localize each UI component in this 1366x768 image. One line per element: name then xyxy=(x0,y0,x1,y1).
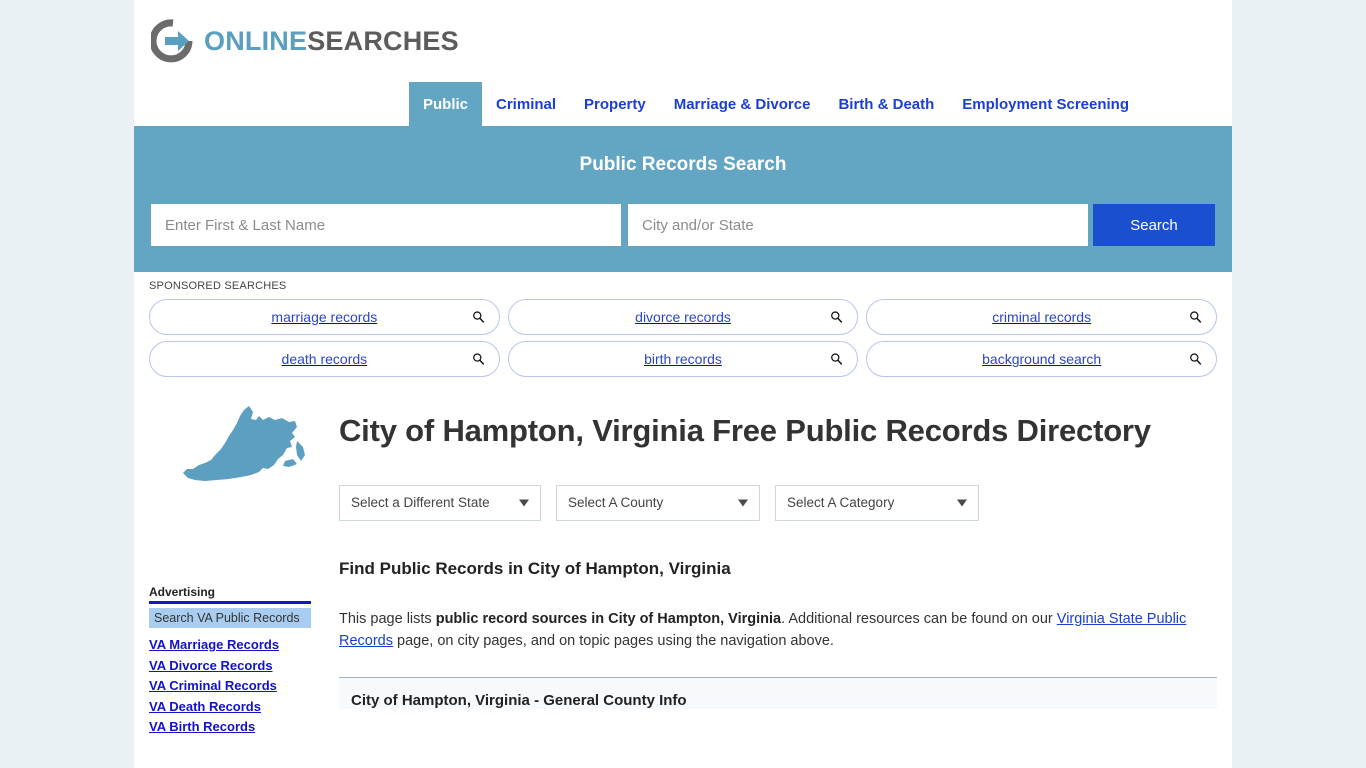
section-heading: Find Public Records in City of Hampton, … xyxy=(339,558,731,578)
general-county-info-title: City of Hampton, Virginia - General Coun… xyxy=(351,691,687,709)
sponsored-row-1: marriage records divorce records crimina… xyxy=(149,299,1218,335)
search-icon xyxy=(830,353,843,366)
search-button[interactable]: Search xyxy=(1093,204,1215,246)
sponsored-label-birth-records: birth records xyxy=(644,351,722,367)
sponsored-searches-label: SPONSORED SEARCHES xyxy=(149,280,287,292)
sponsored-row-2: death records birth records background s… xyxy=(149,341,1218,377)
page-content: ONLINESEARCHES Public Criminal Property … xyxy=(134,0,1232,768)
state-select-label: Select a Different State xyxy=(351,495,490,511)
sponsored-link-marriage-records[interactable]: marriage records xyxy=(149,299,500,335)
sidebar: Advertising Search VA Public Records VA … xyxy=(149,397,324,740)
content-body: Advertising Search VA Public Records VA … xyxy=(134,383,1232,740)
filter-dropdowns: Select a Different State Select A County… xyxy=(339,484,1217,521)
paragraph-part-3: page, on city pages, and on topic pages … xyxy=(393,633,834,650)
county-select[interactable]: Select A County xyxy=(556,484,760,521)
name-search-input[interactable] xyxy=(151,204,621,246)
location-search-input[interactable] xyxy=(628,204,1088,246)
sponsored-label-marriage-records: marriage records xyxy=(271,309,378,325)
category-select[interactable]: Select A Category xyxy=(775,484,979,521)
ad-link-va-marriage-records[interactable]: VA Marriage Records xyxy=(149,637,311,652)
paragraph-part-2: . Additional resources can be found on o… xyxy=(781,610,1057,627)
nav-item-marriage-divorce[interactable]: Marriage & Divorce xyxy=(660,82,825,126)
nav-item-property[interactable]: Property xyxy=(570,82,660,126)
site-logo[interactable]: ONLINESEARCHES xyxy=(149,19,459,63)
sponsored-label-background-search: background search xyxy=(982,351,1102,367)
search-icon xyxy=(830,311,843,324)
chevron-down-icon xyxy=(957,499,967,507)
site-header: ONLINESEARCHES xyxy=(134,0,1232,82)
ad-link-va-criminal-records[interactable]: VA Criminal Records xyxy=(149,678,311,693)
logo-text-online: ONLINE xyxy=(204,25,308,56)
main-column: City of Hampton, Virginia Free Public Re… xyxy=(324,397,1217,740)
intro-paragraph: This page lists public record sources in… xyxy=(339,608,1194,653)
search-form: Search xyxy=(151,204,1215,246)
sponsored-label-death-records: death records xyxy=(281,351,368,367)
logo-text-searches: SEARCHES xyxy=(307,25,459,56)
advertising-block: Advertising Search VA Public Records VA … xyxy=(149,585,311,734)
sponsored-link-criminal-records[interactable]: criminal records xyxy=(866,299,1218,335)
general-county-info-box: City of Hampton, Virginia - General Coun… xyxy=(339,677,1217,709)
page-title: City of Hampton, Virginia Free Public Re… xyxy=(339,413,1151,448)
state-select[interactable]: Select a Different State xyxy=(339,484,541,521)
ad-header: Search VA Public Records xyxy=(149,608,311,628)
nav-item-employment-screening[interactable]: Employment Screening xyxy=(948,82,1143,126)
search-icon xyxy=(1189,311,1202,324)
advertising-label: Advertising xyxy=(149,585,311,604)
paragraph-bold-1: public record sources in City of Hampton… xyxy=(435,610,782,627)
sponsored-searches-section: SPONSORED SEARCHES marriage records divo… xyxy=(134,272,1232,377)
online-searches-logo-icon xyxy=(149,19,195,63)
sponsored-link-birth-records[interactable]: birth records xyxy=(507,341,859,377)
search-icon xyxy=(472,353,485,366)
county-select-label: Select A County xyxy=(568,495,664,511)
nav-item-birth-death[interactable]: Birth & Death xyxy=(824,82,948,126)
category-select-label: Select A Category xyxy=(787,495,895,511)
ad-link-va-divorce-records[interactable]: VA Divorce Records xyxy=(149,658,311,673)
nav-item-public[interactable]: Public xyxy=(409,82,483,126)
ad-links-list: VA Marriage Records VA Divorce Records V… xyxy=(149,637,311,734)
search-panel-title: Public Records Search xyxy=(579,154,787,175)
search-icon xyxy=(472,311,485,324)
public-records-search-panel: Public Records Search Search xyxy=(134,126,1232,272)
sponsored-link-divorce-records[interactable]: divorce records xyxy=(507,299,859,335)
chevron-down-icon xyxy=(738,499,748,507)
sponsored-label-divorce-records: divorce records xyxy=(635,309,731,325)
paragraph-part-1: This page lists xyxy=(339,610,436,627)
virginia-state-map-icon xyxy=(179,403,309,489)
main-navigation: Public Criminal Property Marriage & Divo… xyxy=(134,82,1232,126)
nav-item-criminal[interactable]: Criminal xyxy=(482,82,570,126)
ad-link-va-death-records[interactable]: VA Death Records xyxy=(149,699,311,714)
ad-link-va-birth-records[interactable]: VA Birth Records xyxy=(149,719,311,734)
search-icon xyxy=(1189,353,1202,366)
sponsored-label-criminal-records: criminal records xyxy=(992,309,1092,325)
chevron-down-icon xyxy=(519,499,529,507)
sponsored-link-background-search[interactable]: background search xyxy=(866,341,1218,377)
sponsored-link-death-records[interactable]: death records xyxy=(149,341,500,377)
